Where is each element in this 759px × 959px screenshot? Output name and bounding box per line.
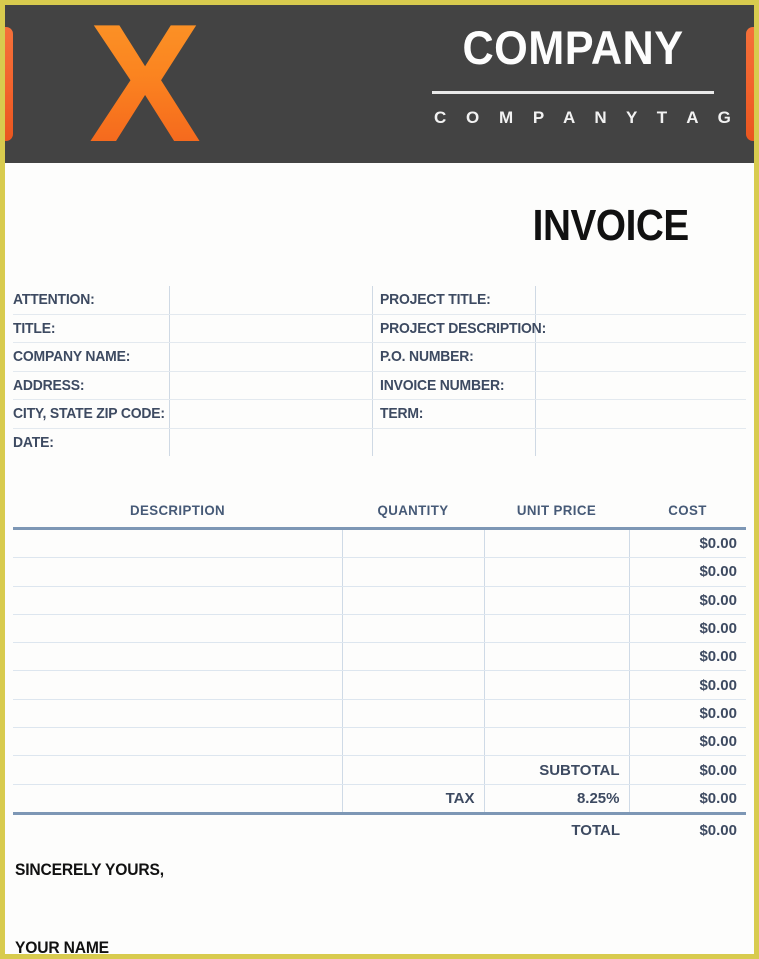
info-row: ADDRESS: INVOICE NUMBER: [13,371,746,400]
total-label: TOTAL [571,822,620,840]
info-label-date: DATE: [13,433,54,451]
info-row: COMPANY NAME: P.O. NUMBER: [13,342,746,372]
cell-quantity[interactable] [341,586,484,615]
cell-cost: $0.00 [628,586,746,615]
table-row: $0.00 [13,727,746,757]
cell-description[interactable] [13,528,342,559]
cell-description[interactable] [13,614,342,644]
cell-unit-price[interactable] [483,727,629,757]
table-header-row: DESCRIPTION QUANTITY UNIT PRICE COST [13,501,746,530]
info-row: ATTENTION: PROJECT TITLE: [13,286,746,315]
cell-quantity[interactable] [341,670,484,700]
cell-description[interactable] [13,557,342,587]
table-row: $0.00 [13,670,746,700]
company-logo-x-icon: X [77,5,209,163]
invoice-page: X COMPANY C O M P A N Y T A G INVOICE AT… [0,0,759,959]
total-spacer-qty [342,813,484,844]
cell-cost: $0.00 [628,727,746,757]
cell-cost: $0.00 [628,557,746,587]
subtotal-label: SUBTOTAL [483,755,629,785]
tax-rate[interactable]: 8.25% [483,784,629,815]
subtotal-row: SUBTOTAL $0.00 [13,755,746,785]
invoice-info-grid: ATTENTION: PROJECT TITLE: TITLE: PROJECT… [13,286,746,456]
brand-block: COMPANY C O M P A N Y T A G [428,21,739,128]
info-label-project-title: PROJECT TITLE: [380,291,491,309]
column-header-description: DESCRIPTION [21,501,334,530]
info-label-attention: ATTENTION: [13,291,95,309]
cell-quantity[interactable] [341,528,484,559]
column-header-quantity: QUANTITY [345,501,481,530]
signature-space [15,880,746,938]
total-value: $0.00 [699,822,737,840]
cell-cost: $0.00 [628,699,746,729]
cell-cost: $0.00 [628,642,746,672]
info-label-city-state-zip: CITY, STATE ZIP CODE: [13,405,165,423]
tax-row: TAX 8.25% $0.00 [13,784,746,815]
info-row: TITLE: PROJECT DESCRIPTION: [13,314,746,343]
table-row: $0.00 [13,642,746,672]
info-label-address: ADDRESS: [13,376,85,394]
column-header-unit-price: UNIT PRICE [487,501,626,530]
total-row: TOTAL $0.00 [13,813,746,844]
info-label-title: TITLE: [13,319,56,337]
column-header-cost: COST [631,501,744,530]
info-row: DATE: [13,428,746,456]
table-row: $0.00 [13,614,746,644]
cell-unit-price[interactable] [483,614,629,644]
page-header: X COMPANY C O M P A N Y T A G [5,5,754,163]
table-row: $0.00 [13,557,746,587]
cell-quantity[interactable] [341,699,484,729]
cell-cost: $0.00 [628,670,746,700]
cell-cost: $0.00 [628,614,746,644]
info-label-term: TERM: [380,405,424,423]
subtotal-value: $0.00 [628,755,746,785]
cell-quantity[interactable] [341,557,484,587]
tax-label: TAX [341,784,484,815]
cell-unit-price[interactable] [483,528,629,559]
tax-value: $0.00 [628,784,746,815]
info-label-project-description: PROJECT DESCRIPTION: [380,319,547,337]
brand-divider [432,91,714,94]
cell-description[interactable] [13,586,342,615]
info-label-invoice-number: INVOICE NUMBER: [380,376,505,394]
cell-unit-price[interactable] [483,586,629,615]
cell-description[interactable] [13,699,342,729]
page-body: INVOICE ATTENTION: PROJECT TITLE: TITLE:… [5,163,754,958]
closing-salutation: SINCERELY YOURS, [15,860,164,880]
page-title: INVOICE [532,201,690,250]
cell-unit-price[interactable] [483,642,629,672]
total-spacer [13,813,342,844]
cell-description[interactable] [13,642,342,672]
cell-description[interactable] [13,727,342,757]
page-footer: SINCERELY YOURS, YOUR NAME [13,860,746,958]
table-row: $0.00 [13,528,746,559]
cell-quantity[interactable] [341,642,484,672]
cell-unit-price[interactable] [483,557,629,587]
cell-cost: $0.00 [628,528,746,559]
cell-description[interactable] [13,670,342,700]
cell-unit-price[interactable] [483,699,629,729]
left-orange-tab-icon [5,27,13,141]
subtotal-spacer-qty [341,755,484,785]
right-orange-tab-icon [746,27,754,141]
signature-name: YOUR NAME [15,938,109,958]
info-label-po-number: P.O. NUMBER: [380,348,474,366]
subtotal-spacer [13,755,342,785]
cell-unit-price[interactable] [483,670,629,700]
info-label-company-name: COMPANY NAME: [13,348,131,366]
info-row: CITY, STATE ZIP CODE: TERM: [13,399,746,429]
table-row: $0.00 [13,699,746,729]
table-row: $0.00 [13,586,746,615]
line-items-table: DESCRIPTION QUANTITY UNIT PRICE COST $0.… [13,501,746,844]
cell-quantity[interactable] [341,727,484,757]
tax-spacer [13,784,342,815]
company-name: COMPANY [462,21,684,74]
cell-quantity[interactable] [341,614,484,644]
company-tagline: C O M P A N Y T A G [434,108,739,127]
